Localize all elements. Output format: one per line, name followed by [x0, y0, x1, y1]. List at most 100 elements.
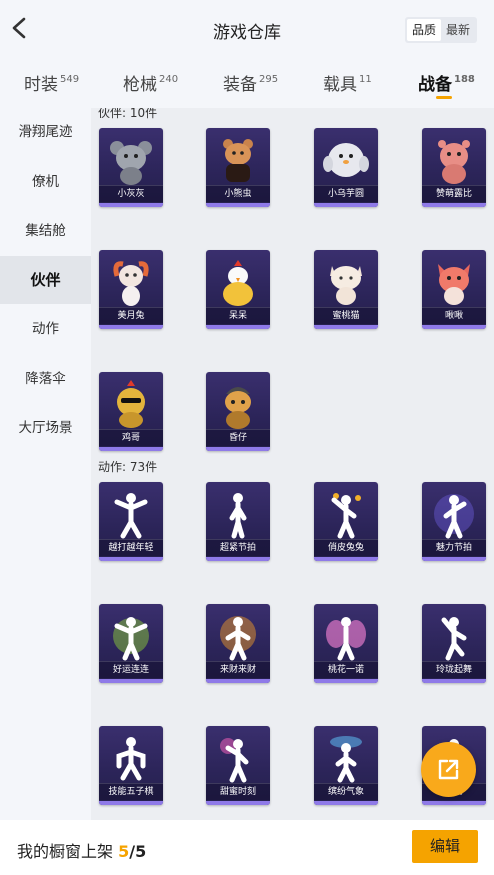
emote-card[interactable]: 玲珑起舞	[422, 604, 486, 683]
companion-figure-icon	[223, 139, 253, 182]
companion-figure-icon	[225, 387, 251, 429]
dancer-silhouette-icon	[113, 617, 149, 661]
tab-combat-gear[interactable]: 战备 188	[418, 70, 475, 95]
shelf-label: 我的橱窗上架	[17, 842, 114, 861]
share-icon	[438, 759, 459, 780]
dancer-silhouette-icon	[229, 493, 247, 539]
tab-count: 240	[159, 74, 179, 85]
sidebar-item-glide-trail[interactable]: 滑翔尾迹	[0, 108, 91, 156]
companion-card[interactable]: 鸡哥	[99, 372, 163, 451]
card-label: 蜜桃猫	[314, 307, 378, 324]
dancer-silhouette-icon	[441, 617, 467, 661]
card-label: 小乌芋圆	[314, 185, 378, 202]
companion-figure-icon	[438, 264, 470, 305]
card-label: 越打越年轻	[99, 539, 163, 556]
tab-count: 188	[454, 74, 475, 85]
card-label: 超紧节拍	[206, 539, 270, 556]
companion-card[interactable]: 小乌芋圆	[314, 128, 378, 207]
companion-card[interactable]: 小灰灰	[99, 128, 163, 207]
sidebar-item-emote[interactable]: 动作	[0, 305, 91, 353]
card-label: 桃花一诺	[314, 661, 378, 678]
card-label: 俏皮兔兔	[314, 539, 378, 556]
sidebar-item-parachute[interactable]: 降落伞	[0, 355, 91, 403]
tab-count: 295	[259, 74, 279, 85]
sort-newest-button[interactable]: 最新	[441, 19, 475, 41]
dancer-silhouette-icon	[220, 616, 256, 661]
companion-figure-icon	[117, 380, 145, 428]
tab-label: 载具	[323, 75, 357, 95]
sidebar-item-wingman[interactable]: 僚机	[0, 158, 91, 206]
bottom-bar: 我的橱窗上架 5/5 编辑	[0, 820, 494, 875]
sidebar-item-assembly-pod[interactable]: 集结舱	[0, 207, 91, 255]
emote-card[interactable]: 超紧节拍	[206, 482, 270, 561]
card-label: 小灰灰	[99, 185, 163, 202]
tab-vehicles[interactable]: 载具 11	[323, 70, 372, 95]
card-label: 好运连连	[99, 661, 163, 678]
card-label: 魅力节拍	[422, 539, 486, 556]
companion-card[interactable]: 小熊虫	[206, 128, 270, 207]
companion-card[interactable]: 美月兔	[99, 250, 163, 329]
companion-figure-icon	[330, 266, 362, 305]
card-label: 鸡哥	[99, 429, 163, 446]
tab-label: 装备	[223, 75, 257, 95]
card-label: 啾啾	[422, 307, 486, 324]
item-grid: 伙伴: 10件 小灰灰 小熊虫 小乌芋圆 赞萌露比 美月兔 呆呆 蜜桃猫 啾啾 …	[91, 108, 494, 820]
emote-card[interactable]: 来财来财	[206, 604, 270, 683]
sort-quality-button[interactable]: 品质	[407, 19, 441, 41]
tab-guns[interactable]: 枪械 240	[123, 70, 178, 95]
card-label: 玲珑起舞	[422, 661, 486, 678]
emote-card[interactable]: 技能五子棋	[99, 726, 163, 805]
section-label-companions: 伙伴: 10件	[98, 108, 158, 120]
category-tabs: 时装 549 枪械 240 装备 295 载具 11 战备 188	[0, 62, 494, 106]
companion-card[interactable]: 啾啾	[422, 250, 486, 329]
companion-figure-icon	[438, 140, 470, 184]
sidebar: 滑翔尾迹 僚机 集结舱 伙伴 动作 降落伞 大厅场景	[0, 108, 91, 820]
dancer-silhouette-icon	[114, 493, 148, 539]
tab-equipment[interactable]: 装备 295	[223, 70, 278, 95]
companion-card[interactable]: 蜜桃猫	[314, 250, 378, 329]
edit-button[interactable]: 编辑	[412, 830, 478, 863]
share-button[interactable]	[421, 742, 476, 797]
dancer-silhouette-icon	[434, 494, 474, 539]
tab-count: 11	[359, 74, 372, 85]
card-label: 来财来财	[206, 661, 270, 678]
emote-card[interactable]: 桃花一诺	[314, 604, 378, 683]
card-label: 小熊虫	[206, 185, 270, 202]
emote-card[interactable]: 魅力节拍	[422, 482, 486, 561]
card-label: 昏仔	[206, 429, 270, 446]
emote-card[interactable]: 缤纷气象	[314, 726, 378, 805]
dancer-silhouette-icon	[326, 617, 366, 661]
companion-card[interactable]: 呆呆	[206, 250, 270, 329]
companion-figure-icon	[323, 143, 369, 177]
card-label: 缤纷气象	[314, 783, 378, 800]
card-label: 呆呆	[206, 307, 270, 324]
dancer-silhouette-icon	[220, 738, 249, 783]
emote-card[interactable]: 俏皮兔兔	[314, 482, 378, 561]
card-label: 甜蜜时刻	[206, 783, 270, 800]
tab-label: 战备	[418, 75, 452, 95]
card-label: 赞萌露比	[422, 185, 486, 202]
emote-card[interactable]: 好运连连	[99, 604, 163, 683]
companion-card[interactable]: 赞萌露比	[422, 128, 486, 207]
emote-card[interactable]: 越打越年轻	[99, 482, 163, 561]
shelf-total-count: /5	[129, 842, 147, 861]
companion-figure-icon	[110, 141, 152, 185]
companion-figure-icon	[223, 260, 253, 306]
sort-toggle[interactable]: 品质 最新	[405, 17, 477, 43]
dancer-silhouette-icon	[331, 493, 361, 539]
shelf-current-count: 5	[118, 842, 130, 861]
emote-card[interactable]: 甜蜜时刻	[206, 726, 270, 805]
sidebar-item-companion[interactable]: 伙伴	[0, 256, 91, 304]
active-tab-indicator	[436, 96, 452, 99]
tab-label: 枪械	[123, 75, 157, 95]
sidebar-item-lobby-scene[interactable]: 大厅场景	[0, 404, 91, 452]
card-label: 技能五子棋	[99, 783, 163, 800]
companion-card[interactable]: 昏仔	[206, 372, 270, 451]
tab-label: 时装	[24, 75, 58, 95]
dancer-silhouette-icon	[330, 736, 362, 783]
tab-outfits[interactable]: 时装 549	[24, 70, 79, 95]
dancer-silhouette-icon	[116, 737, 146, 781]
card-label: 美月兔	[99, 307, 163, 324]
tab-count: 549	[60, 74, 80, 85]
section-label-actions: 动作: 73件	[98, 460, 158, 474]
